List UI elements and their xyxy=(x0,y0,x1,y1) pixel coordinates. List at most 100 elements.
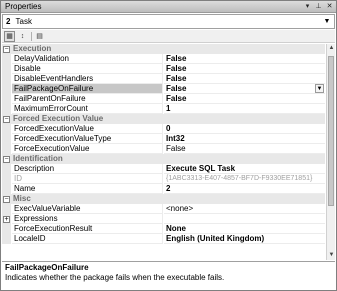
row-gutter xyxy=(2,184,11,194)
collapse-icon[interactable]: − xyxy=(3,116,10,123)
property-name: Name xyxy=(12,184,163,194)
property-value[interactable]: False xyxy=(164,144,325,154)
row-gutter xyxy=(2,124,11,134)
window-menu-icon[interactable]: ▾ xyxy=(303,2,312,11)
selector-text: Task xyxy=(15,17,32,26)
row-gutter xyxy=(2,84,11,94)
property-name: ForcedExecutionValue xyxy=(12,124,163,134)
property-row[interactable]: FailPackageOnFailure False ▼ xyxy=(2,84,325,94)
category-label: Forced Execution Value xyxy=(13,114,104,123)
category-row[interactable]: − Execution xyxy=(2,44,325,54)
collapse-icon[interactable]: − xyxy=(3,196,10,203)
property-row[interactable]: DisableEventHandlers False xyxy=(2,74,325,84)
pin-icon[interactable]: ⊥ xyxy=(314,2,323,11)
property-name: DelayValidation xyxy=(12,54,163,64)
row-gutter xyxy=(2,174,11,184)
property-row[interactable]: MaximumErrorCount 1 xyxy=(2,104,325,114)
row-gutter xyxy=(2,74,11,84)
property-row[interactable]: ID {1ABC3313-E407-4857-BF7D-F9330EE71851} xyxy=(2,174,325,184)
category-label: Identification xyxy=(13,154,63,163)
property-pages-icon[interactable]: ▤ xyxy=(34,31,45,42)
property-grid: − Execution DelayValidation False Disable Fal… xyxy=(2,44,325,260)
description-text: Indicates whether the package fails when… xyxy=(5,273,225,282)
property-value[interactable]: 2 xyxy=(164,184,325,194)
property-value[interactable]: False xyxy=(164,84,325,94)
property-name: FailParentOnFailure xyxy=(12,94,163,104)
property-value[interactable]: None xyxy=(164,224,325,234)
category-row[interactable]: − Identification xyxy=(2,154,325,164)
row-gutter xyxy=(2,64,11,74)
properties-toolbar: ▦ ↕ ▤ xyxy=(2,30,335,43)
property-row[interactable]: ForceExecutionValue False xyxy=(2,144,325,154)
scroll-up-icon[interactable]: ▲ xyxy=(327,44,336,53)
property-value[interactable] xyxy=(164,214,325,224)
chevron-down-icon[interactable]: ▼ xyxy=(322,16,332,27)
row-gutter xyxy=(2,234,11,244)
property-name: DisableEventHandlers xyxy=(12,74,163,84)
category-row[interactable]: − Forced Execution Value xyxy=(2,114,325,124)
vertical-scrollbar[interactable]: ▲ ▼ xyxy=(326,44,335,260)
property-name: ForcedExecutionValueType xyxy=(12,134,163,144)
row-gutter xyxy=(2,54,11,64)
property-name: FailPackageOnFailure xyxy=(12,84,163,94)
row-gutter xyxy=(2,94,11,104)
dropdown-arrow-icon[interactable]: ▼ xyxy=(315,84,324,93)
property-row[interactable]: ForcedExecutionValueType Int32 xyxy=(2,134,325,144)
property-row[interactable]: + Expressions xyxy=(2,214,325,224)
selector-number: 2 xyxy=(6,17,11,26)
row-gutter xyxy=(2,204,11,214)
property-value[interactable]: False xyxy=(164,54,325,64)
object-selector[interactable]: 2 Task ▼ xyxy=(2,14,335,29)
row-gutter xyxy=(2,224,11,234)
property-value[interactable]: False xyxy=(164,94,325,104)
property-name: ID xyxy=(12,174,163,184)
window-title: Properties xyxy=(5,2,42,11)
row-gutter xyxy=(2,144,11,154)
property-row[interactable]: Disable False xyxy=(2,64,325,74)
row-gutter xyxy=(2,104,11,114)
property-value[interactable]: <none> xyxy=(164,204,325,214)
toolbar-separator xyxy=(31,32,32,41)
property-name: LocaleID xyxy=(12,234,163,244)
category-label: Execution xyxy=(13,44,52,53)
property-name: ForceExecutionResult xyxy=(12,224,163,234)
expand-icon[interactable]: + xyxy=(3,216,10,223)
property-value[interactable]: English (United Kingdom) xyxy=(164,234,325,244)
description-panel: FailPackageOnFailure Indicates whether t… xyxy=(2,261,335,290)
property-name: ForceExecutionValue xyxy=(12,144,163,154)
scrollbar-thumb[interactable] xyxy=(328,56,334,206)
row-gutter xyxy=(2,134,11,144)
property-name: Expressions xyxy=(12,214,163,224)
property-value[interactable]: False xyxy=(164,64,325,74)
category-label: Misc xyxy=(13,194,31,203)
property-name: Disable xyxy=(12,64,163,74)
categorized-icon[interactable]: ▦ xyxy=(4,31,15,42)
collapse-icon[interactable]: − xyxy=(3,156,10,163)
alphabetical-icon[interactable]: ↕ xyxy=(17,31,28,42)
scroll-down-icon[interactable]: ▼ xyxy=(327,251,336,260)
property-row[interactable]: Name 2 xyxy=(2,184,325,194)
close-icon[interactable]: ✕ xyxy=(325,2,334,11)
property-row[interactable]: LocaleID English (United Kingdom) xyxy=(2,234,325,244)
property-name: ExecValueVariable xyxy=(12,204,163,214)
property-row[interactable]: ForceExecutionResult None xyxy=(2,224,325,234)
collapse-icon[interactable]: − xyxy=(3,46,10,53)
property-value[interactable]: False xyxy=(164,74,325,84)
property-row[interactable]: FailParentOnFailure False xyxy=(2,94,325,104)
row-gutter xyxy=(2,164,11,174)
property-row[interactable]: DelayValidation False xyxy=(2,54,325,64)
title-bar: Properties ▾ ⊥ ✕ xyxy=(1,1,336,13)
properties-window: Properties ▾ ⊥ ✕ 2 Task ▼ ▦ ↕ ▤ − Executi… xyxy=(0,0,337,291)
category-row[interactable]: − Misc xyxy=(2,194,325,204)
description-title: FailPackageOnFailure xyxy=(5,263,89,272)
property-value[interactable]: Execute SQL Task xyxy=(164,164,325,174)
property-value[interactable]: {1ABC3313-E407-4857-BF7D-F9330EE71851} xyxy=(164,174,325,184)
property-row[interactable]: Description Execute SQL Task xyxy=(2,164,325,174)
property-row[interactable]: ExecValueVariable <none> xyxy=(2,204,325,214)
property-value[interactable]: 1 xyxy=(164,104,325,114)
property-value[interactable]: 0 xyxy=(164,124,325,134)
property-row[interactable]: ForcedExecutionValue 0 xyxy=(2,124,325,134)
property-value[interactable]: Int32 xyxy=(164,134,325,144)
property-name: Description xyxy=(12,164,163,174)
property-name: MaximumErrorCount xyxy=(12,104,163,114)
